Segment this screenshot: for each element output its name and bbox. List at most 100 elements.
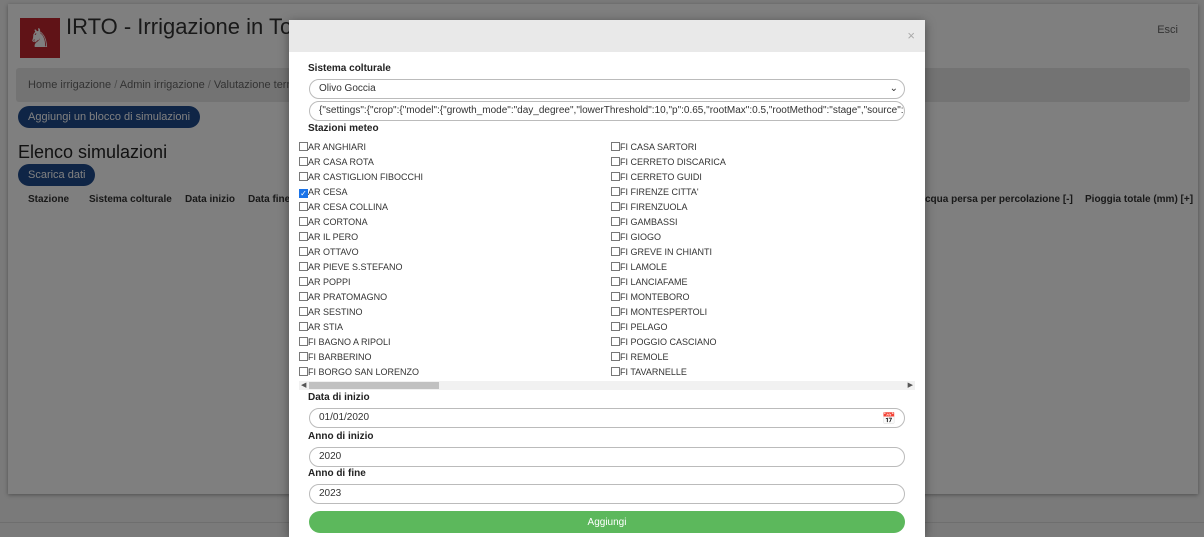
station-label: AR SESTINO — [308, 307, 363, 317]
checkbox[interactable] — [611, 337, 620, 346]
start-year-label: Anno di inizio — [308, 431, 374, 442]
station-checkbox-item[interactable]: FI BORGO SAN LORENZO — [299, 365, 423, 380]
station-checkbox-item[interactable]: FI CERRETO DISCARICA — [611, 155, 726, 170]
station-label: FI FIRENZUOLA — [620, 202, 688, 212]
station-checkbox-item[interactable]: FI REMOLE — [611, 350, 726, 365]
checkbox[interactable] — [299, 202, 308, 211]
station-checkbox-item[interactable]: AR PIEVE S.STEFANO — [299, 260, 423, 275]
checkbox-checked[interactable]: ✓ — [299, 189, 308, 198]
station-checkbox-item[interactable]: AR OTTAVO — [299, 245, 423, 260]
station-checkbox-item[interactable]: FI CERRETO GUIDI — [611, 170, 726, 185]
checkbox[interactable] — [299, 262, 308, 271]
station-checkbox-item[interactable]: FI GREVE IN CHIANTI — [611, 245, 726, 260]
settings-json-input[interactable]: {"settings":{"crop":{"model":{"growth_mo… — [309, 101, 905, 121]
start-date-input[interactable]: 01/01/2020 📅 — [309, 408, 905, 428]
checkbox[interactable] — [611, 187, 620, 196]
station-checkbox-item[interactable]: FI LANCIAFAME — [611, 275, 726, 290]
station-label: FI CASA SARTORI — [620, 142, 697, 152]
station-checkbox-item[interactable]: FI BARBERINO — [299, 350, 423, 365]
start-date-value: 01/01/2020 — [319, 412, 370, 423]
checkbox[interactable] — [299, 352, 308, 361]
checkbox[interactable] — [299, 172, 308, 181]
station-checkbox-item[interactable]: FI FIRENZE CITTA' — [611, 185, 726, 200]
station-label: FI POGGIO CASCIANO — [620, 337, 717, 347]
scrollbar-thumb[interactable] — [309, 382, 439, 389]
station-label: FI PELAGO — [620, 322, 668, 332]
station-checkbox-item[interactable]: AR ANGHIARI — [299, 140, 423, 155]
close-icon[interactable]: × — [907, 28, 915, 43]
station-label: FI BAGNO A RIPOLI — [308, 337, 391, 347]
checkbox[interactable] — [611, 307, 620, 316]
station-checkbox-item[interactable]: FI PELAGO — [611, 320, 726, 335]
checkbox[interactable] — [611, 157, 620, 166]
station-checkbox-item[interactable]: AR CASTIGLION FIBOCCHI — [299, 170, 423, 185]
start-year-input[interactable]: 2020 — [309, 447, 905, 467]
station-label: AR CORTONA — [308, 217, 368, 227]
station-label: FI BORGO SAN LORENZO — [308, 367, 420, 377]
checkbox[interactable] — [611, 262, 620, 271]
scroll-left-icon[interactable]: ◀ — [301, 381, 306, 390]
checkbox[interactable] — [299, 157, 308, 166]
station-checkbox-item[interactable]: FI LAMOLE — [611, 260, 726, 275]
station-checkbox-item[interactable]: FI MONTEBORO — [611, 290, 726, 305]
station-checkbox-item[interactable]: AR STIA — [299, 320, 423, 335]
crop-system-select[interactable]: Olivo Goccia ⌄ — [309, 79, 905, 99]
checkbox[interactable] — [611, 277, 620, 286]
station-label: FI MONTEBORO — [620, 292, 690, 302]
end-year-input[interactable]: 2023 — [309, 484, 905, 504]
stations-column-left: AR ANGHIARI AR CASA ROTA AR CASTIGLION FIB… — [299, 140, 423, 380]
station-checkbox-item[interactable]: FI BAGNO A RIPOLI — [299, 335, 423, 350]
checkbox[interactable] — [611, 247, 620, 256]
station-checkbox-item[interactable]: FI POGGIO CASCIANO — [611, 335, 726, 350]
start-date-label: Data di inizio — [308, 392, 370, 403]
checkbox[interactable] — [299, 142, 308, 151]
checkbox[interactable] — [299, 367, 308, 376]
checkbox[interactable] — [299, 322, 308, 331]
add-button[interactable]: Aggiungi — [309, 511, 905, 533]
station-label: FI GAMBASSI — [620, 217, 678, 227]
checkbox[interactable] — [611, 217, 620, 226]
station-label: FI GIOGO — [620, 232, 662, 242]
checkbox[interactable] — [611, 202, 620, 211]
station-checkbox-item[interactable]: AR SESTINO — [299, 305, 423, 320]
station-checkbox-item[interactable]: AR PRATOMAGNO — [299, 290, 423, 305]
station-label: AR STIA — [308, 322, 344, 332]
station-checkbox-item[interactable]: FI GAMBASSI — [611, 215, 726, 230]
calendar-icon[interactable]: 📅 — [882, 410, 896, 427]
checkbox[interactable] — [611, 142, 620, 151]
stations-horizontal-scrollbar[interactable]: ◀ ▶ — [299, 381, 915, 390]
station-checkbox-item[interactable]: FI GIOGO — [611, 230, 726, 245]
crop-system-label: Sistema colturale — [308, 63, 391, 74]
station-checkbox-item[interactable]: FI TAVARNELLE — [611, 365, 726, 380]
checkbox[interactable] — [611, 292, 620, 301]
scroll-right-icon[interactable]: ▶ — [908, 381, 913, 390]
station-checkbox-item[interactable]: AR POPPI — [299, 275, 423, 290]
station-checkbox-item[interactable]: AR CORTONA — [299, 215, 423, 230]
station-label: FI MONTESPERTOLI — [620, 307, 708, 317]
station-label: AR CASA ROTA — [308, 157, 374, 167]
station-label: AR PIEVE S.STEFANO — [308, 262, 403, 272]
checkbox[interactable] — [299, 292, 308, 301]
station-label: AR PRATOMAGNO — [308, 292, 388, 302]
checkbox[interactable] — [299, 337, 308, 346]
checkbox[interactable] — [611, 232, 620, 241]
checkbox[interactable] — [611, 322, 620, 331]
station-label: AR CASTIGLION FIBOCCHI — [308, 172, 424, 182]
checkbox[interactable] — [611, 367, 620, 376]
crop-system-value: Olivo Goccia — [319, 83, 376, 94]
checkbox[interactable] — [299, 232, 308, 241]
station-label: FI LAMOLE — [620, 262, 668, 272]
checkbox[interactable] — [299, 277, 308, 286]
station-checkbox-item[interactable]: AR CESA COLLINA — [299, 200, 423, 215]
station-checkbox-item[interactable]: FI FIRENZUOLA — [611, 200, 726, 215]
station-checkbox-item[interactable]: FI MONTESPERTOLI — [611, 305, 726, 320]
checkbox[interactable] — [611, 172, 620, 181]
station-checkbox-item[interactable]: AR IL PERO — [299, 230, 423, 245]
checkbox[interactable] — [299, 217, 308, 226]
station-checkbox-item[interactable]: FI CASA SARTORI — [611, 140, 726, 155]
station-checkbox-item[interactable]: ✓AR CESA — [299, 185, 423, 200]
checkbox[interactable] — [299, 247, 308, 256]
checkbox[interactable] — [299, 307, 308, 316]
station-checkbox-item[interactable]: AR CASA ROTA — [299, 155, 423, 170]
checkbox[interactable] — [611, 352, 620, 361]
